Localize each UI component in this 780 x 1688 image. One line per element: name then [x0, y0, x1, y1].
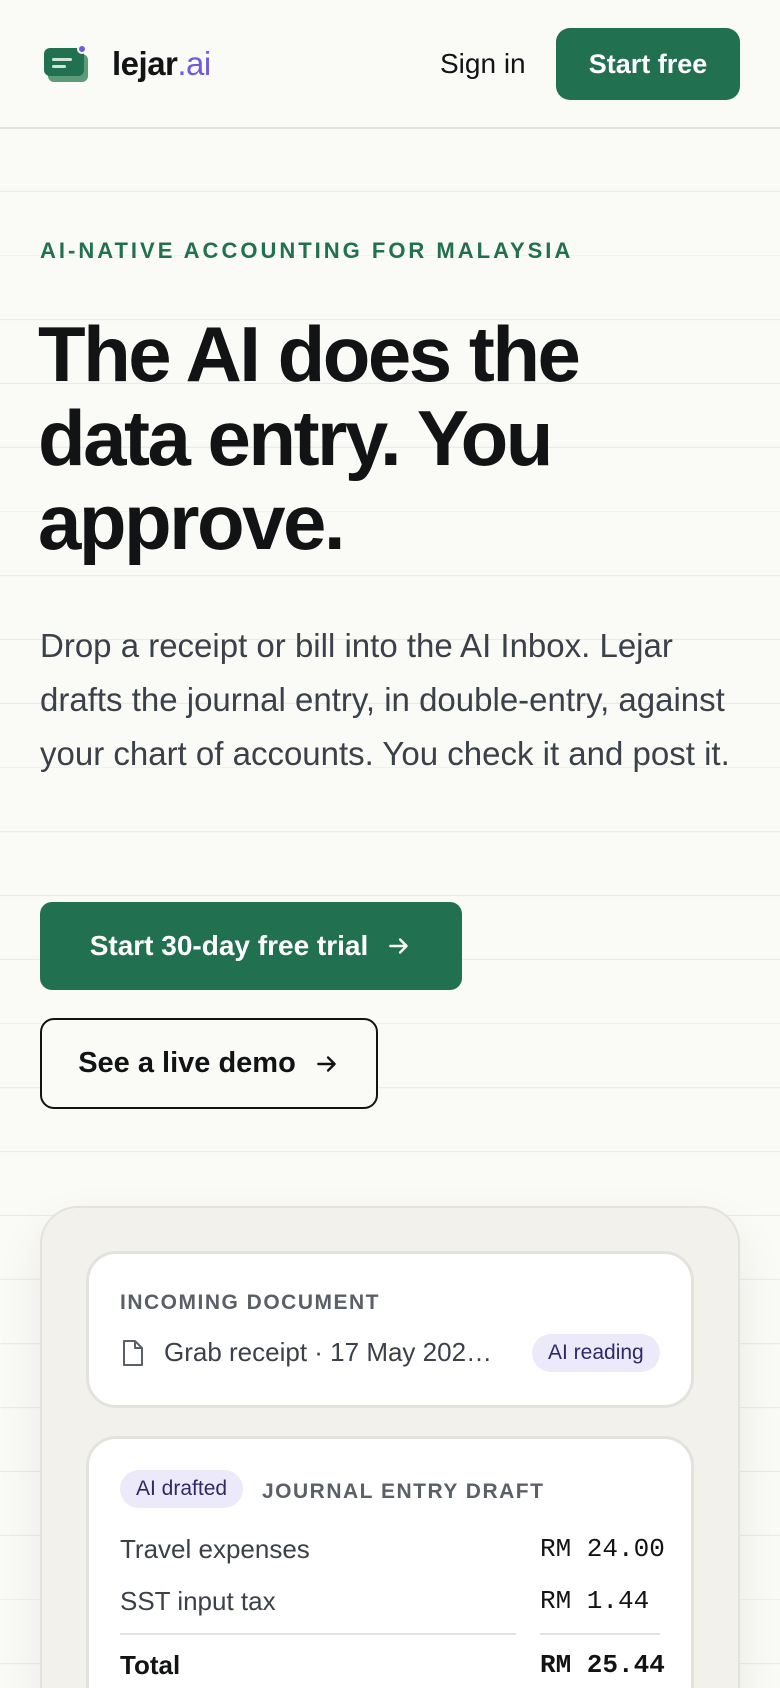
landing-page: lejar.ai Sign in Start free AI-NATIVE AC…	[0, 0, 780, 1688]
live-demo-button[interactable]: See a live demo	[40, 1018, 378, 1109]
arrow-right-icon	[316, 1055, 336, 1072]
hero-headline: The AI does the data entry. You approve.	[38, 310, 581, 566]
document-filename: Grab receipt · 17 May 2026.jpg	[164, 1337, 504, 1367]
total-divider	[540, 1633, 660, 1635]
journal-row-account: Travel expenses	[120, 1534, 310, 1564]
total-divider	[120, 1633, 516, 1635]
journal-row-amount: RM 24.00	[540, 1534, 665, 1564]
journal-row-account: SST input tax	[120, 1586, 276, 1616]
journal-entry-label: JOURNAL ENTRY DRAFT	[262, 1480, 545, 1503]
journal-total-amount: RM 25.44	[540, 1650, 665, 1680]
ai-reading-badge: AI reading	[532, 1334, 660, 1372]
incoming-document-label: INCOMING DOCUMENT	[120, 1291, 380, 1314]
brand-wordmark[interactable]: lejar.ai	[112, 44, 211, 84]
hero-eyebrow: AI-NATIVE ACCOUNTING FOR MALAYSIA	[40, 238, 574, 263]
incoming-document-card	[86, 1251, 694, 1408]
sign-in-link[interactable]: Sign in	[440, 44, 526, 84]
live-demo-label: See a live demo	[78, 1047, 296, 1079]
start-free-button[interactable]: Start free	[556, 28, 740, 100]
ai-drafted-badge: AI drafted	[120, 1470, 244, 1508]
lejar-logo-icon[interactable]	[44, 44, 88, 82]
start-trial-label: Start 30-day free trial	[89, 930, 369, 961]
brand-tld: .ai	[177, 45, 211, 82]
arrow-right-icon	[389, 938, 409, 954]
brand-name: lejar	[112, 45, 178, 82]
hero-subtext: Drop a receipt or bill into the AI Inbox…	[40, 627, 730, 772]
journal-row-amount: RM 1.44	[540, 1586, 650, 1616]
site-header: lejar.ai Sign in Start free	[0, 0, 780, 129]
journal-total-label: Total	[120, 1650, 181, 1680]
start-trial-button[interactable]: Start 30-day free trial	[40, 902, 462, 990]
document-icon	[123, 1340, 143, 1366]
